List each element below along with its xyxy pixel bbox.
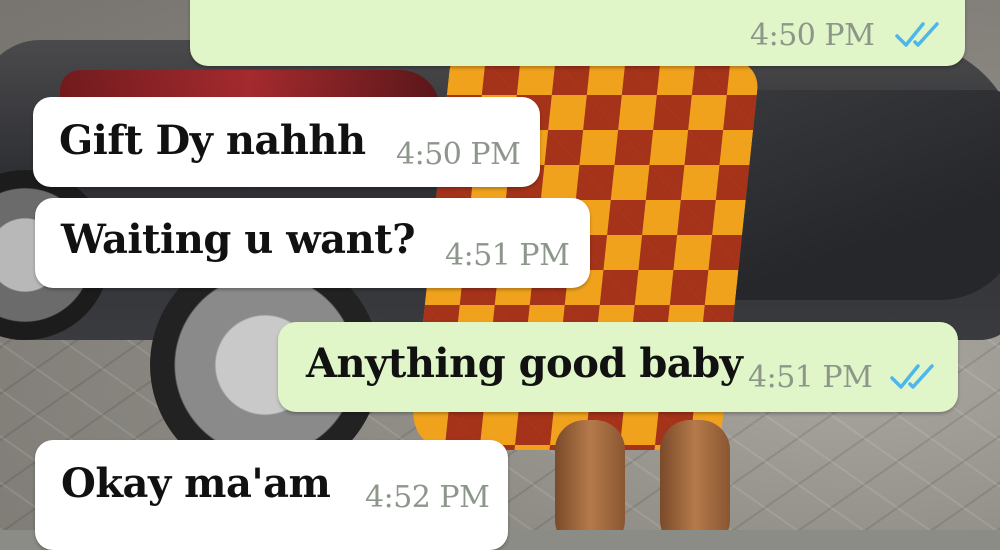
- message-timestamp: 4:50 PM: [750, 18, 875, 53]
- message-list[interactable]: 4:50 PM Gift Dy nahhh 4:50 PM Waiting u …: [0, 0, 1000, 550]
- message-timestamp: 4:51 PM: [748, 360, 873, 395]
- double-check-icon: [890, 364, 934, 389]
- message-timestamp: 4:52 PM: [365, 480, 490, 515]
- message-text: Gift Dy nahhh: [59, 117, 366, 164]
- message-incoming[interactable]: Waiting u want? 4:51 PM: [35, 198, 590, 288]
- message-text: Anything good baby: [306, 340, 743, 387]
- message-text: Okay ma'am: [61, 460, 331, 507]
- message-outgoing[interactable]: Anything good baby 4:51 PM: [278, 322, 958, 412]
- message-timestamp: 4:51 PM: [445, 238, 570, 273]
- message-incoming[interactable]: Okay ma'am 4:52 PM: [35, 440, 508, 550]
- message-timestamp: 4:50 PM: [396, 137, 521, 172]
- double-check-icon: [895, 22, 939, 47]
- message-outgoing[interactable]: 4:50 PM: [190, 0, 965, 66]
- message-incoming[interactable]: Gift Dy nahhh 4:50 PM: [33, 97, 540, 187]
- message-text: Waiting u want?: [61, 216, 416, 263]
